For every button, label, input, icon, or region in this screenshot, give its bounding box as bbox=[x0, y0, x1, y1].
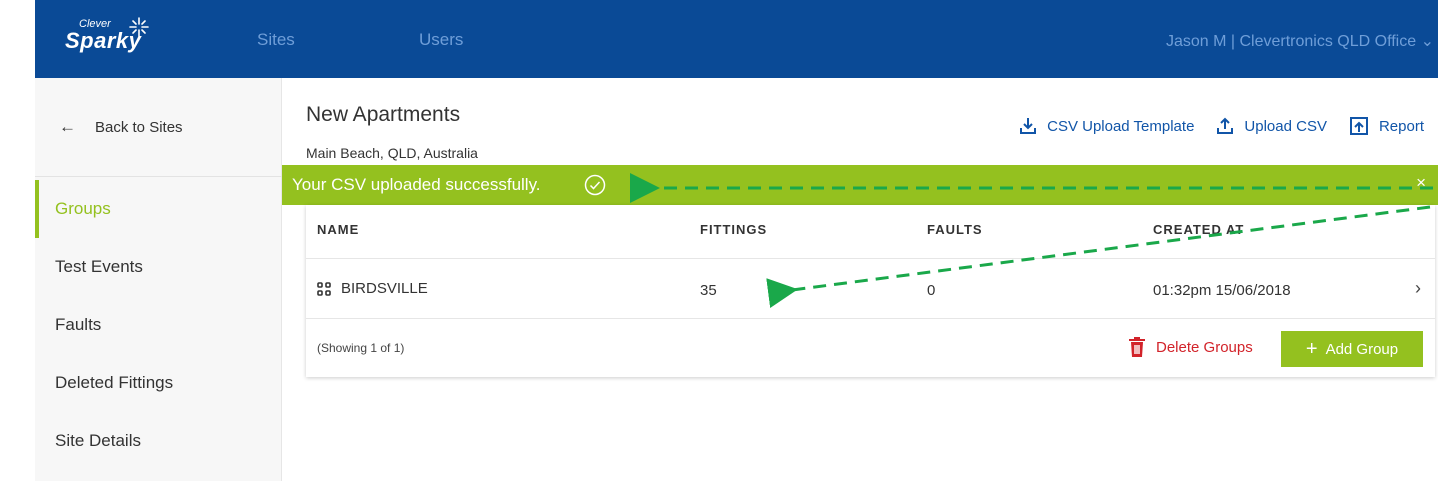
column-header-faults[interactable]: FAULTS bbox=[927, 222, 983, 237]
faults-count: 0 bbox=[927, 282, 936, 299]
upload-csv-label: Upload CSV bbox=[1244, 117, 1327, 135]
arrow-left-icon: ← bbox=[59, 117, 76, 136]
user-menu-label: Jason M | Clevertronics QLD Office bbox=[1165, 33, 1417, 50]
sidebar-item-site-details[interactable]: Site Details bbox=[35, 412, 282, 470]
sidebar-item-label: Test Events bbox=[55, 257, 143, 276]
site-address: Main Beach, QLD, Australia bbox=[306, 145, 478, 161]
sidebar-item-label: Site Details bbox=[55, 431, 141, 450]
top-navbar: Clever Sparky Sites Users Jason M | Clev… bbox=[35, 0, 1438, 78]
csv-upload-template-label: CSV Upload Template bbox=[1047, 117, 1195, 135]
report-icon bbox=[1349, 117, 1368, 135]
created-at: 01:32pm 15/06/2018 bbox=[1153, 282, 1291, 299]
add-group-button[interactable]: + Add Group bbox=[1281, 331, 1423, 367]
chevron-right-icon[interactable]: › bbox=[1415, 278, 1421, 299]
sidebar-item-label: Groups bbox=[55, 199, 111, 218]
upload-icon bbox=[1217, 117, 1234, 134]
spark-icon bbox=[129, 17, 149, 37]
back-to-sites-link[interactable]: ← Back to Sites bbox=[35, 78, 282, 177]
banner-message: Your CSV uploaded successfully. bbox=[292, 175, 541, 194]
check-circle-icon bbox=[584, 174, 606, 196]
csv-upload-template-button[interactable]: CSV Upload Template bbox=[1019, 116, 1194, 136]
fittings-count: 35 bbox=[700, 282, 717, 299]
sidebar-item-deleted-fittings[interactable]: Deleted Fittings bbox=[35, 354, 282, 412]
column-header-created-at[interactable]: CREATED AT bbox=[1153, 222, 1244, 237]
page-title: New Apartments bbox=[306, 103, 461, 126]
groups-table: NAME FITTINGS FAULTS CREATED AT BIRDSVIL… bbox=[306, 205, 1435, 377]
table-header: NAME FITTINGS FAULTS CREATED AT bbox=[306, 205, 1435, 259]
download-icon bbox=[1020, 118, 1037, 134]
sidebar-item-label: Deleted Fittings bbox=[55, 373, 174, 392]
page-actions: CSV Upload Template Upload CSV Report bbox=[1019, 116, 1424, 136]
report-label: Report bbox=[1378, 117, 1424, 135]
table-row[interactable]: BIRDSVILLE 35 0 01:32pm 15/06/2018 › bbox=[306, 259, 1435, 319]
upload-csv-button[interactable]: Upload CSV bbox=[1216, 116, 1327, 136]
grid-icon bbox=[317, 281, 331, 296]
user-menu[interactable]: Jason M | Clevertronics QLD Office ⌄ bbox=[1166, 31, 1434, 51]
csv-success-banner: Your CSV uploaded successfully. × bbox=[282, 165, 1438, 205]
column-header-name[interactable]: NAME bbox=[317, 222, 359, 237]
nav-users-link[interactable]: Users bbox=[419, 30, 463, 50]
add-group-label: Add Group bbox=[1325, 340, 1399, 358]
group-name: BIRDSVILLE bbox=[341, 280, 428, 297]
sidebar-item-test-events[interactable]: Test Events bbox=[35, 238, 282, 296]
delete-groups-label: Delete Groups bbox=[1156, 338, 1253, 356]
table-footer: (Showing 1 of 1) Delete Groups + Add Gro… bbox=[306, 319, 1435, 377]
group-name-cell: BIRDSVILLE bbox=[317, 280, 428, 297]
back-to-sites-label: Back to Sites bbox=[95, 119, 183, 136]
delete-groups-button[interactable]: Delete Groups bbox=[1128, 337, 1253, 357]
sidebar: ← Back to Sites Groups Test Events Fault… bbox=[35, 78, 282, 481]
chevron-down-icon: ⌄ bbox=[1420, 33, 1434, 50]
column-header-fittings[interactable]: FITTINGS bbox=[700, 222, 767, 237]
sidebar-item-faults[interactable]: Faults bbox=[35, 296, 282, 354]
sidebar-item-groups[interactable]: Groups bbox=[35, 180, 282, 238]
sidebar-item-label: Faults bbox=[55, 315, 102, 334]
trash-icon bbox=[1129, 337, 1145, 357]
plus-icon: + bbox=[1305, 338, 1318, 360]
nav-sites-link[interactable]: Sites bbox=[257, 30, 295, 50]
close-icon[interactable]: × bbox=[1416, 173, 1426, 193]
report-button[interactable]: Report bbox=[1349, 116, 1424, 136]
showing-count: (Showing 1 of 1) bbox=[317, 341, 405, 355]
